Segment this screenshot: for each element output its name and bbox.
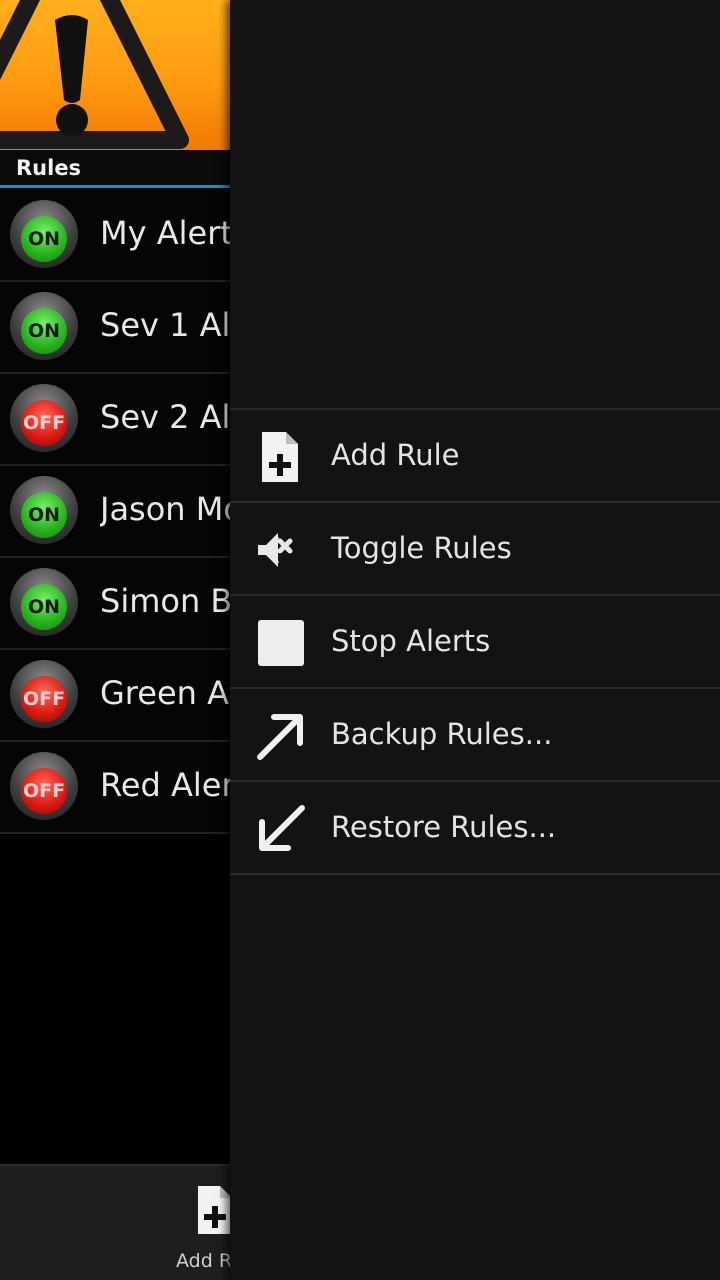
toggle-status: ON [21,216,67,262]
rule-row[interactable]: ON Sev 1 Alert [0,282,230,374]
rule-toggle-button[interactable]: OFF [10,660,78,728]
rules-header: Rules [0,150,230,188]
rule-row[interactable]: ON Jason Mo [0,466,230,558]
stop-square-icon [254,616,308,670]
add-document-icon[interactable] [196,1184,234,1240]
warning-triangle-icon [0,0,189,149]
toggle-status: ON [21,584,67,630]
rule-toggle-button[interactable]: OFF [10,752,78,820]
warning-banner [0,0,230,150]
toggle-status: OFF [21,400,67,446]
menu-item-label: Restore Rules... [331,810,557,844]
menu-item-label: Toggle Rules [331,531,512,565]
rule-name: Green Alert [100,674,230,712]
rule-toggle-button[interactable]: ON [10,292,78,360]
rule-row[interactable]: ON Simon Br [0,558,230,650]
menu-item-restore-rules[interactable]: Restore Rules... [230,782,720,875]
rule-toggle-button[interactable]: ON [10,200,78,268]
menu-item-label: Add Rule [331,438,460,472]
toggle-status: ON [21,492,67,538]
menu-item-backup-rules[interactable]: Backup Rules... [230,689,720,782]
rule-row[interactable]: ON My Alert [0,190,230,282]
menu-item-label: Stop Alerts [331,624,491,658]
rule-name: Sev 2 Alert [100,398,230,436]
add-document-icon [254,430,308,484]
rule-toggle-button[interactable]: ON [10,568,78,636]
rule-name: My Alert [100,214,230,252]
menu-item-stop-alerts[interactable]: Stop Alerts [230,596,720,689]
toggle-status: OFF [21,768,67,814]
menu-item-label: Backup Rules... [331,717,553,751]
arrow-up-right-icon [254,709,308,763]
rules-title: Rules [16,156,82,180]
rule-name: Sev 1 Alert [100,306,230,344]
menu-item-toggle-rules[interactable]: Toggle Rules [230,503,720,596]
rule-name: Red Alert [100,766,230,804]
bottom-action-bar: Add Rule [0,1164,232,1280]
rule-toggle-button[interactable]: OFF [10,384,78,452]
rule-name: Simon Br [100,582,230,620]
rule-row[interactable]: OFF Green Alert [0,650,230,742]
rule-row[interactable]: OFF Red Alert [0,742,230,834]
toggle-speaker-icon [254,523,308,577]
rule-toggle-button[interactable]: ON [10,476,78,544]
rule-list: ON My Alert ON Sev 1 Alert OFF Sev 2 Ale… [0,190,230,834]
arrow-down-left-icon [254,802,308,856]
add-rule-action-label[interactable]: Add Rule [176,1250,230,1272]
overflow-menu-panel: Add Rule Toggle Rules Stop Alerts Backup… [230,0,720,1280]
toggle-status: OFF [21,676,67,722]
rule-row[interactable]: OFF Sev 2 Alert [0,374,230,466]
rule-name: Jason Mo [100,490,230,528]
overflow-menu-list: Add Rule Toggle Rules Stop Alerts Backup… [230,408,720,875]
menu-item-add-rule[interactable]: Add Rule [230,410,720,503]
toggle-status: ON [21,308,67,354]
